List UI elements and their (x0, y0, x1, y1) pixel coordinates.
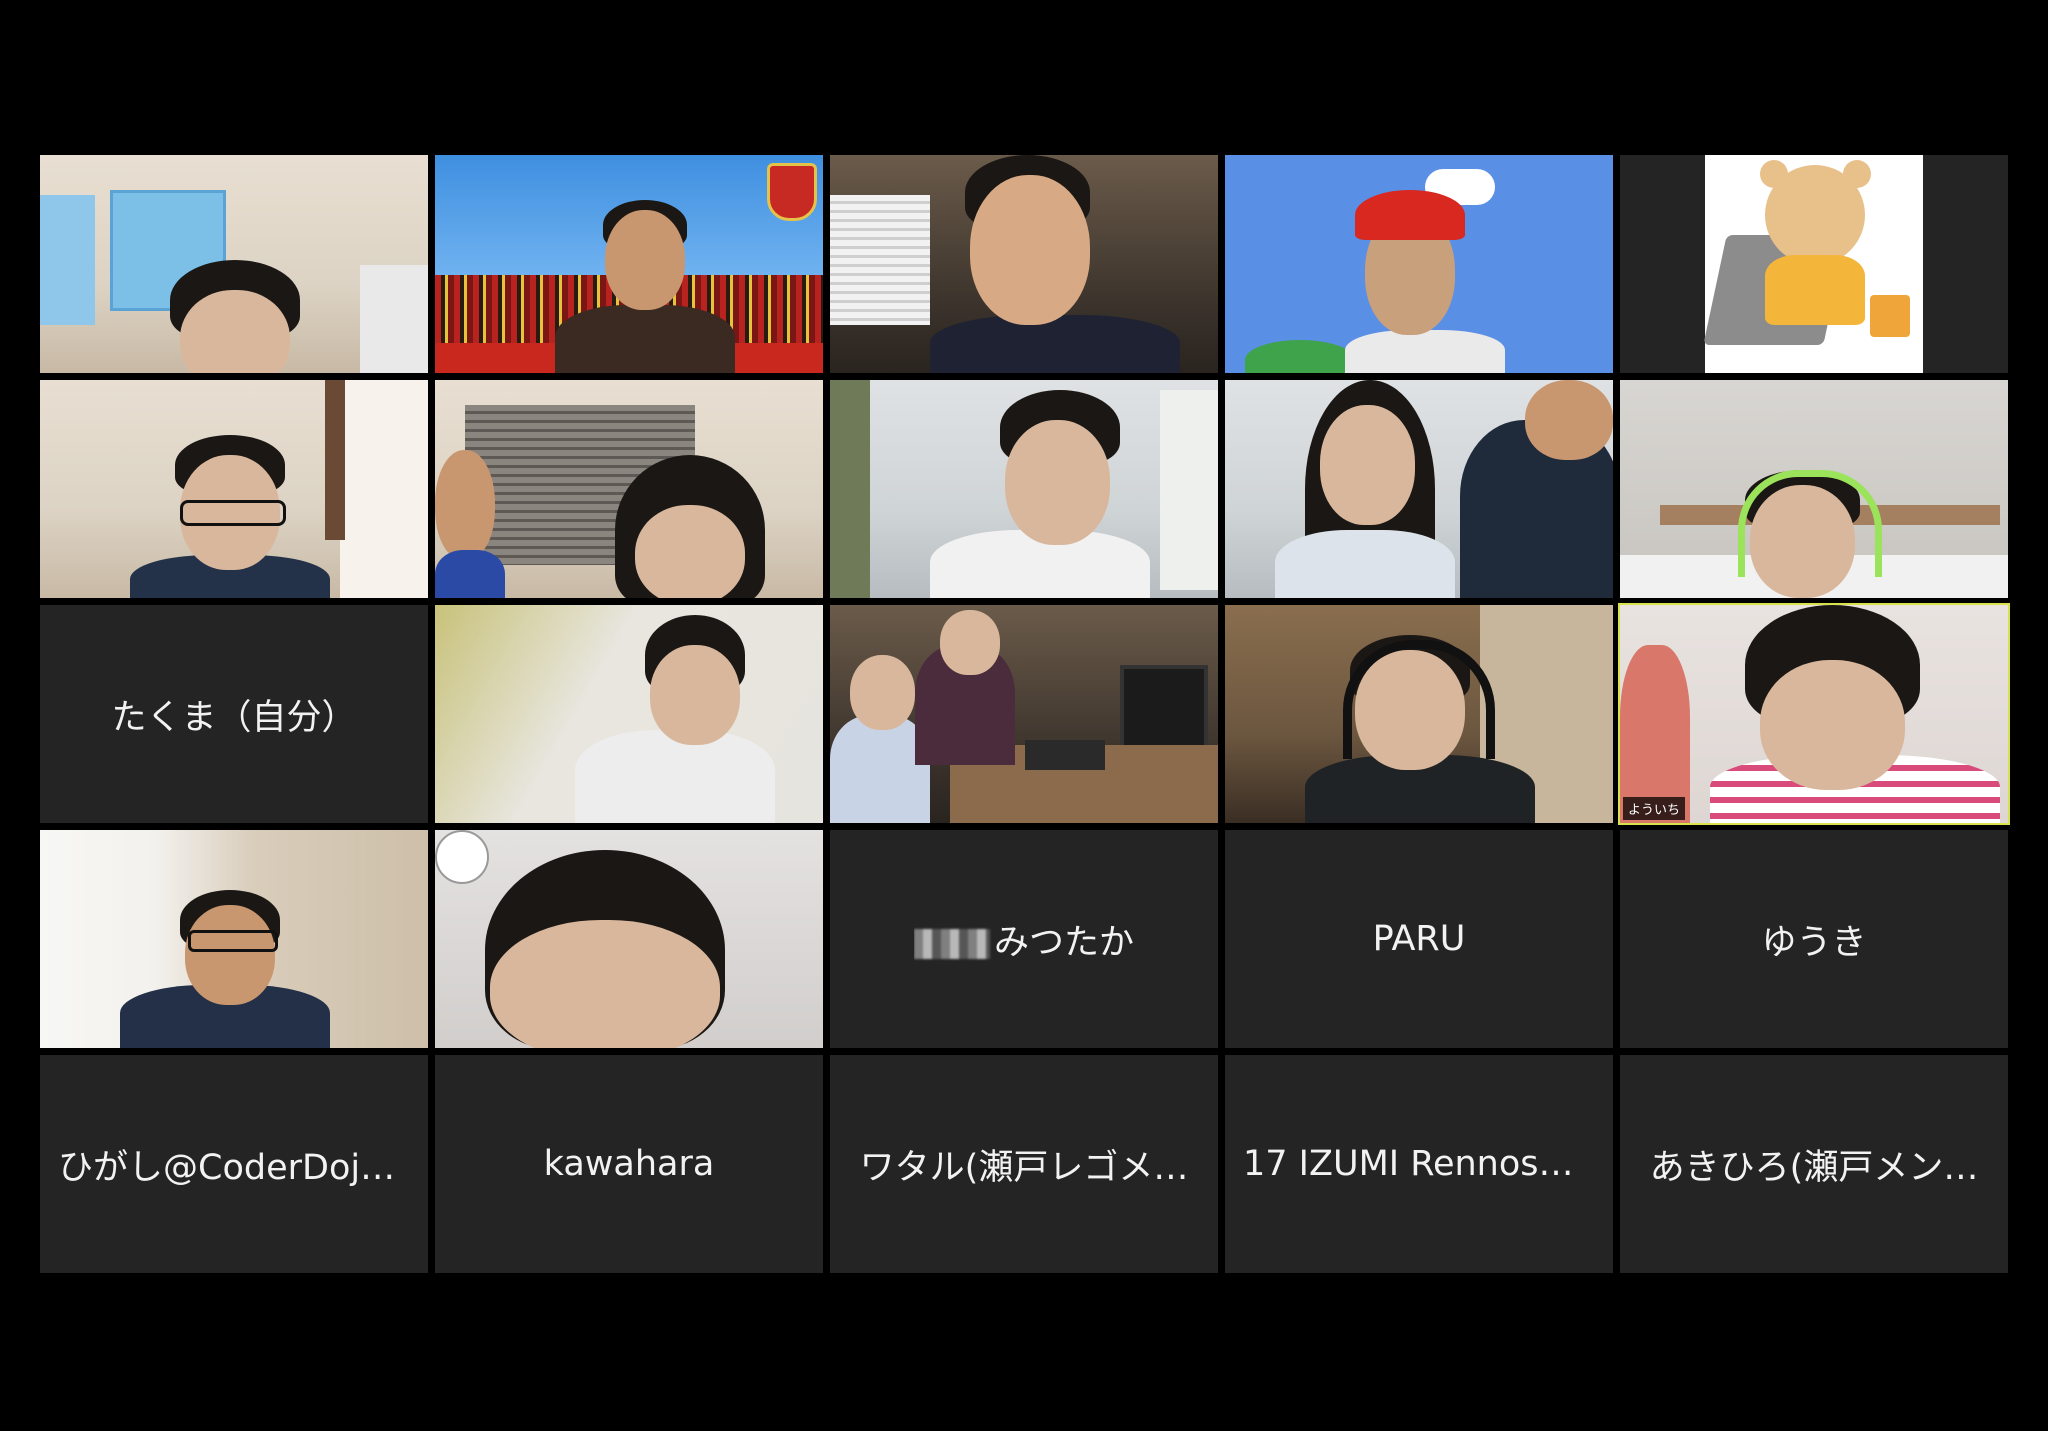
video-feed (435, 380, 823, 598)
participant-name: ゆうき (1761, 922, 1867, 963)
participant-tile-video[interactable] (435, 605, 823, 823)
video-feed (435, 605, 823, 823)
participant-name: PARU (1372, 919, 1466, 959)
coffee-mug-icon (1870, 295, 1910, 337)
team-emblem-icon (767, 163, 817, 221)
video-feed (1225, 155, 1613, 373)
participant-tile-video[interactable] (40, 380, 428, 598)
participant-name-tag: よういち (1623, 797, 1686, 820)
video-feed (40, 155, 428, 373)
video-feed (830, 155, 1218, 373)
glasses-icon (180, 500, 286, 526)
participant-tile-name[interactable]: みつたか (830, 830, 1218, 1048)
participant-tile-video[interactable] (1225, 605, 1613, 823)
video-feed (1225, 380, 1613, 598)
gallery-view: たくま（自分） よういち みつたか PARU ゆうき ひがし@CoderDojo… (0, 0, 2048, 1431)
participant-tile-video[interactable] (830, 605, 1218, 823)
participant-tile-video[interactable] (40, 830, 428, 1048)
participant-tile-name[interactable]: PARU (1225, 830, 1613, 1048)
participant-tile-video[interactable] (435, 830, 823, 1048)
participant-tile-video[interactable] (435, 380, 823, 598)
red-cap-icon (1355, 190, 1465, 240)
video-feed (40, 380, 428, 598)
avatar-image (1703, 155, 1923, 373)
glasses-icon (188, 930, 278, 952)
video-feed (1620, 605, 2008, 823)
participant-name: kawahara (543, 1144, 715, 1184)
participant-name: ひがし@CoderDojo… (58, 1147, 410, 1188)
video-feed (1225, 605, 1613, 823)
participant-tile-name[interactable]: ひがし@CoderDojo… (40, 1055, 428, 1273)
participant-tile-video[interactable] (435, 155, 823, 373)
video-feed (830, 380, 1218, 598)
headset-icon (1343, 640, 1495, 759)
participant-name: みつたか (830, 830, 1218, 1048)
headphones-icon (1738, 470, 1882, 577)
participant-grid: たくま（自分） よういち みつたか PARU ゆうき ひがし@CoderDojo… (40, 155, 2010, 1275)
video-feed (435, 830, 823, 1048)
video-feed (830, 605, 1218, 823)
participant-name: 17 IZUMI Rennosuke (1243, 1144, 1595, 1184)
participant-tile-video[interactable] (1620, 380, 2008, 598)
participant-name: ワタル(瀬戸レゴメ… (859, 1147, 1189, 1188)
participant-tile-name[interactable]: あきひろ(瀬戸メン… (1620, 1055, 2008, 1273)
video-feed (1620, 380, 2008, 598)
wall-poster (40, 195, 95, 325)
participant-tile-avatar[interactable] (1620, 155, 2008, 373)
video-feed (435, 155, 823, 373)
participant-tile-video[interactable] (830, 155, 1218, 373)
participant-tile-video[interactable] (40, 155, 428, 373)
hill-icon (1245, 340, 1355, 373)
participant-tile-video[interactable] (1225, 155, 1613, 373)
participant-name: あきひろ(瀬戸メン… (1649, 1147, 1979, 1188)
participant-tile-name[interactable]: 17 IZUMI Rennosuke (1225, 1055, 1613, 1273)
keyboard-icon (1025, 740, 1105, 770)
participant-tile-name[interactable]: kawahara (435, 1055, 823, 1273)
participant-name: たくま（自分） (111, 697, 357, 738)
redacted-text (913, 928, 990, 959)
participant-tile-video[interactable] (1225, 380, 1613, 598)
window-blinds (830, 195, 930, 325)
participant-tile-name[interactable]: ワタル(瀬戸レゴメ… (830, 1055, 1218, 1273)
participant-tile-name[interactable]: ゆうき (1620, 830, 2008, 1048)
participant-tile-video[interactable] (830, 380, 1218, 598)
participant-tile-name[interactable]: たくま（自分） (40, 605, 428, 823)
video-feed (40, 830, 428, 1048)
wall-clock-icon (435, 830, 489, 884)
participant-tile-video-active-speaker[interactable]: よういち (1618, 603, 2010, 825)
